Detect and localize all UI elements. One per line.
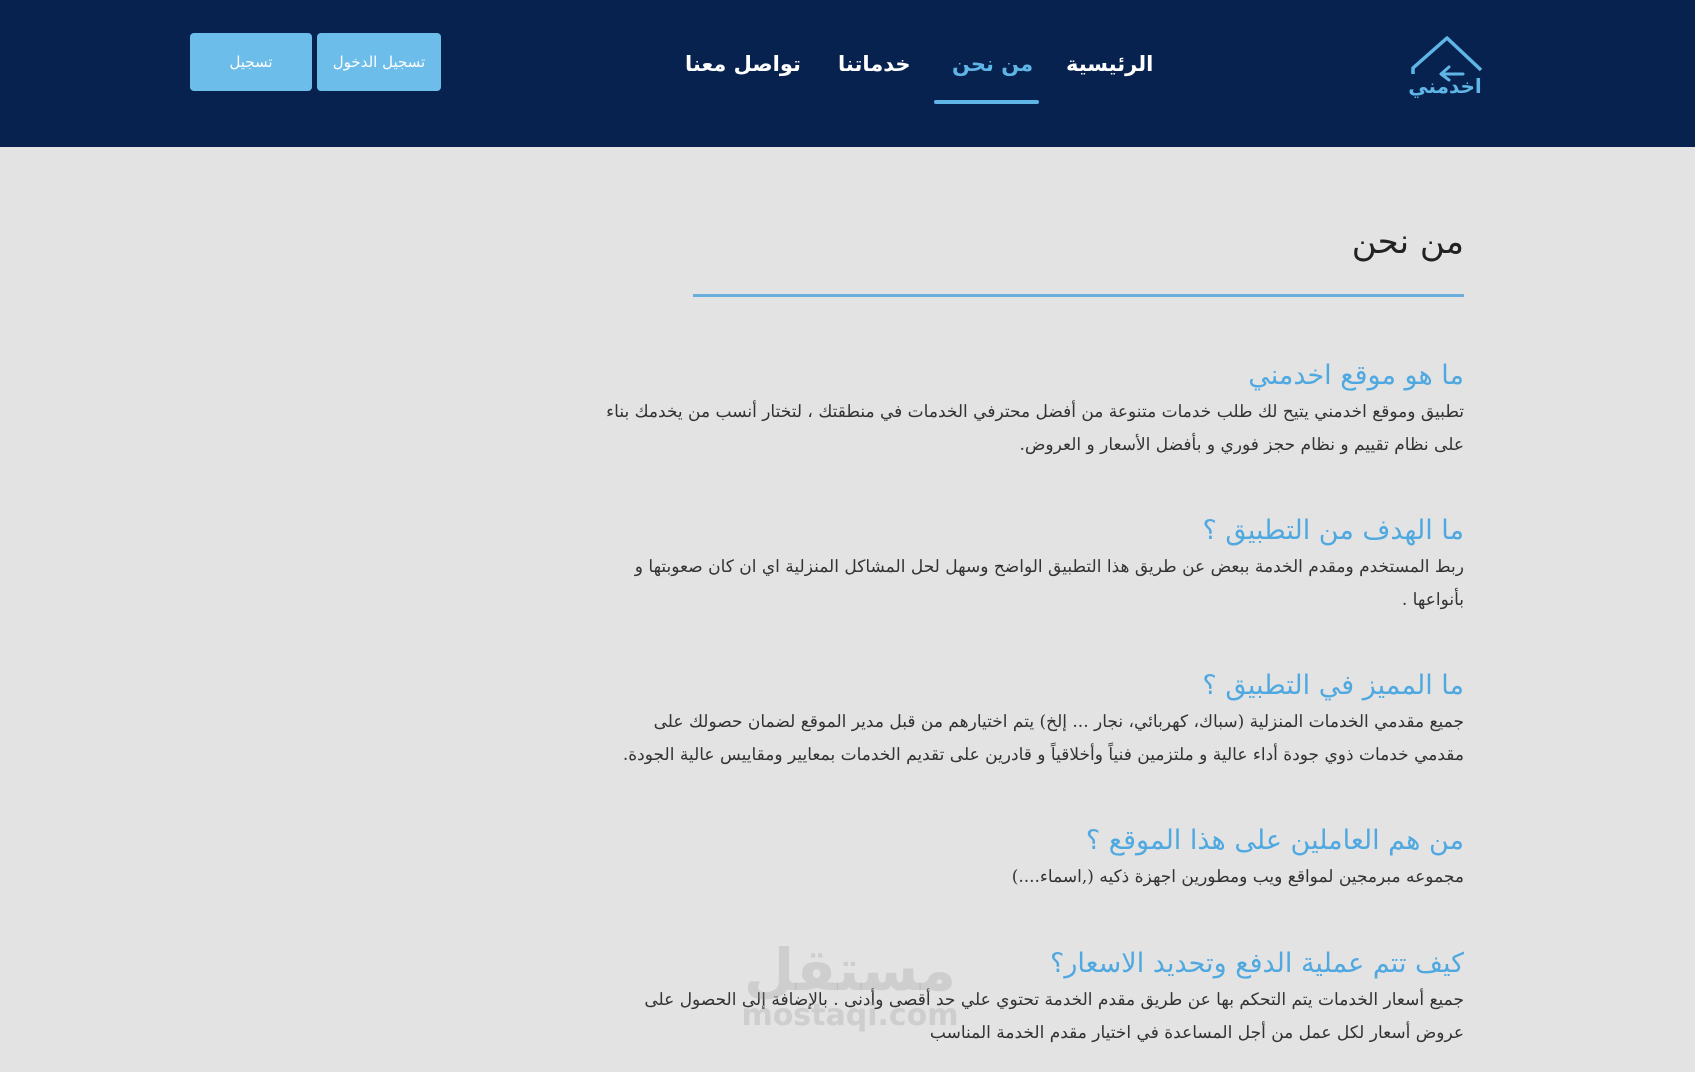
- page-title: من نحن: [1351, 222, 1464, 262]
- site-header: اخدمني الرئيسية من نحن خدماتنا تواصل معن…: [0, 0, 1695, 147]
- faq-answer: جميع مقدمي الخدمات المنزلية (سباك، كهربا…: [622, 712, 1464, 765]
- nav-services[interactable]: خدماتنا: [838, 52, 911, 76]
- faq-section: ما المميز في التطبيق ؟ جميع مقدمي الخدما…: [604, 666, 1464, 772]
- faq-section: ما الهدف من التطبيق ؟ ربط المستخدم ومقدم…: [604, 511, 1464, 617]
- nav-home[interactable]: الرئيسية: [1066, 52, 1153, 76]
- faq-answer: مجموعه مبرمجين لمواقع ويب ومطورين اجهزة …: [1011, 867, 1464, 887]
- faq-question: من هم العاملين على هذا الموقع ؟: [1085, 825, 1464, 856]
- faq-question: ما هو موقع اخدمني: [1248, 360, 1464, 391]
- faq-question: ما الهدف من التطبيق ؟: [1202, 515, 1464, 546]
- active-nav-indicator: [934, 100, 1039, 104]
- faq-answer: تطبيق وموقع اخدمني يتيح لك طلب خدمات متن…: [606, 402, 1464, 455]
- nav-contact[interactable]: تواصل معنا: [685, 52, 801, 76]
- logo[interactable]: اخدمني: [1405, 34, 1485, 108]
- faq-question: كيف تتم عملية الدفع وتحديد الاسعار؟: [1050, 948, 1464, 979]
- faq-section: من هم العاملين على هذا الموقع ؟ مجموعه م…: [604, 821, 1464, 894]
- faq-answer: ربط المستخدم ومقدم الخدمة ببعض عن طريق ه…: [634, 557, 1464, 610]
- register-button[interactable]: تسجيل: [190, 33, 312, 91]
- faq-answer: جميع أسعار الخدمات يتم التحكم بها عن طري…: [644, 990, 1464, 1043]
- faq-section: كيف تتم عملية الدفع وتحديد الاسعار؟ جميع…: [604, 944, 1464, 1050]
- title-divider: [693, 294, 1464, 297]
- faq-section: ما هو موقع اخدمني تطبيق وموقع اخدمني يتي…: [604, 356, 1464, 462]
- login-button[interactable]: تسجيل الدخول: [317, 33, 441, 91]
- nav-about[interactable]: من نحن: [952, 52, 1033, 76]
- logo-text: اخدمني: [1408, 74, 1482, 98]
- faq-question: ما المميز في التطبيق ؟: [1202, 670, 1464, 701]
